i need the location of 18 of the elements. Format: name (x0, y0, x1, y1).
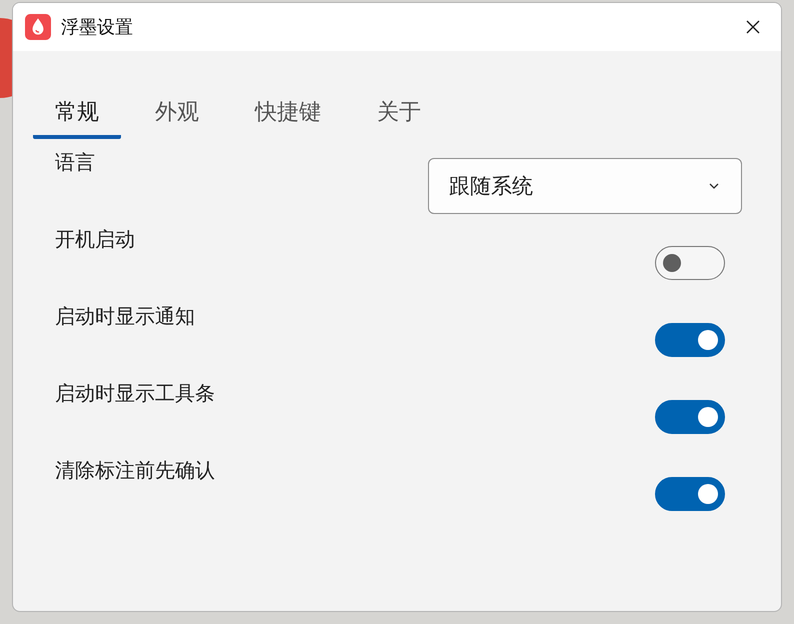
drop-icon (25, 14, 51, 40)
setting-label: 语言 (55, 149, 95, 176)
toggle-switch[interactable] (655, 246, 725, 280)
toggle-switch[interactable] (655, 323, 725, 357)
tab[interactable]: 快捷键 (233, 97, 343, 139)
setting-label: 启动时显示通知 (55, 303, 195, 330)
toggle-switch[interactable] (655, 477, 725, 511)
toggle-switch[interactable] (655, 400, 725, 434)
caret-icon (709, 183, 719, 189)
setting-label: 清除标注前先确认 (55, 457, 215, 484)
language-dropdown[interactable]: 跟随系统 (428, 158, 742, 214)
close-icon[interactable] (745, 19, 761, 35)
setting-label: 开机启动 (55, 226, 135, 253)
tab[interactable]: 关于 (355, 97, 443, 139)
window-title: 浮墨设置 (61, 16, 133, 39)
tab[interactable]: 外观 (133, 97, 221, 139)
setting-label: 启动时显示工具条 (55, 380, 215, 407)
tab[interactable]: 常规 (33, 97, 121, 139)
